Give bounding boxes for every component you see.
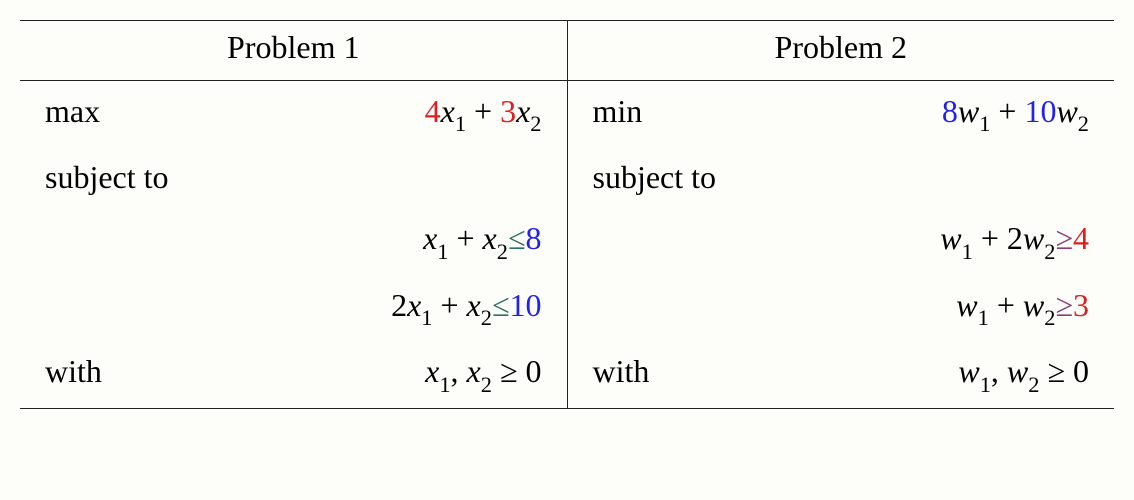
p1-con2-plus: + <box>432 287 466 323</box>
subject-to-row: subject to subject to <box>20 147 1114 208</box>
p2-subject-to-cell: subject to <box>567 147 1114 208</box>
p1-nonneg-cell: with x1, x2 ≥ 0 <box>20 341 567 408</box>
p2-objective-cell: min 8w1 + 10w2 <box>567 81 1114 148</box>
p2-obj-coef2: 10 <box>1024 93 1056 129</box>
p1-subject-to-cell: subject to <box>20 147 567 208</box>
p1-nn-rel: ≥ <box>492 353 526 389</box>
header-problem-1: Problem 1 <box>20 21 567 81</box>
p1-con2-var2: x <box>467 287 481 323</box>
p2-con1-cell: w1 + 2w2≥4 <box>567 208 1114 274</box>
p1-con2-var1: x <box>407 287 421 323</box>
p1-con1-var1: x <box>423 220 437 256</box>
p1-obj-sub2: 2 <box>530 111 541 136</box>
p2-con1-sub1: 1 <box>962 239 973 264</box>
p2-nn-var1: w <box>958 353 979 389</box>
p2-con1-plus: + <box>973 220 1007 256</box>
p2-con2-cell: w1 + w2≥3 <box>567 275 1114 341</box>
p2-nonneg-cell: with w1, w2 ≥ 0 <box>567 341 1114 408</box>
p2-obj-var1: w <box>958 93 979 129</box>
p1-obj-coef1: 4 <box>425 93 441 129</box>
p2-con1-expr: w1 + 2w2≥4 <box>940 220 1089 262</box>
problem-1-title: Problem 1 <box>227 29 359 65</box>
p1-nn-var1: x <box>425 353 439 389</box>
p2-objective-expr: 8w1 + 10w2 <box>942 93 1089 135</box>
p1-obj-sub1: 1 <box>455 111 466 136</box>
p1-con1-var2: x <box>483 220 497 256</box>
p2-nonneg-expr: w1, w2 ≥ 0 <box>958 353 1089 395</box>
p1-con1-rhs: 8 <box>526 220 542 256</box>
p2-con2-sub2: 2 <box>1044 305 1055 330</box>
p2-obj-sub2: 2 <box>1078 111 1089 136</box>
p2-con1-coef2: 2 <box>1007 220 1023 256</box>
p2-con1-var2: w <box>1023 220 1044 256</box>
p2-con1-rel: ≥ <box>1055 220 1073 256</box>
p1-con2-rel: ≤ <box>492 287 510 323</box>
min-label: min <box>593 93 643 130</box>
constraint-2-row: 2x1 + x2≤10 w1 + w2≥3 <box>20 275 1114 341</box>
p2-con1-sub2: 2 <box>1044 239 1055 264</box>
table: Problem 1 Problem 2 max 4x1 + 3x2 min <box>20 20 1114 409</box>
p1-subject-to-label: subject to <box>45 159 169 195</box>
lp-comparison-table: Problem 1 Problem 2 max 4x1 + 3x2 min <box>20 20 1114 409</box>
p1-con2-sub1: 1 <box>421 305 432 330</box>
p2-con2-var1: w <box>956 287 977 323</box>
p2-obj-sub1: 1 <box>979 111 990 136</box>
p1-con1-expr: x1 + x2≤8 <box>423 220 541 262</box>
p1-con1-plus: + <box>448 220 482 256</box>
p1-nn-rhs: 0 <box>526 353 542 389</box>
p1-con1-sub2: 2 <box>497 239 508 264</box>
p1-obj-var2: x <box>516 93 530 129</box>
max-label: max <box>45 93 100 130</box>
p1-nn-var2: x <box>467 353 481 389</box>
p1-nn-sub1: 1 <box>439 372 450 397</box>
p1-con2-rhs: 10 <box>510 287 542 323</box>
p2-con2-sub1: 1 <box>978 305 989 330</box>
p1-nn-sep: , <box>451 353 467 389</box>
p2-subject-to-label: subject to <box>593 159 717 195</box>
p2-nn-sep: , <box>991 353 1007 389</box>
p2-with-label: with <box>593 353 650 390</box>
p1-con1-cell: x1 + x2≤8 <box>20 208 567 274</box>
p2-nn-sub2: 2 <box>1028 372 1039 397</box>
header-row: Problem 1 Problem 2 <box>20 21 1114 81</box>
p1-con2-cell: 2x1 + x2≤10 <box>20 275 567 341</box>
p2-con1-var1: w <box>940 220 961 256</box>
p2-con2-rhs: 3 <box>1073 287 1089 323</box>
p2-con2-rel: ≥ <box>1055 287 1073 323</box>
p1-nn-sub2: 2 <box>481 372 492 397</box>
p2-con2-expr: w1 + w2≥3 <box>956 287 1089 329</box>
p2-con1-rhs: 4 <box>1073 220 1089 256</box>
p1-con1-sub1: 1 <box>437 239 448 264</box>
p1-obj-var1: x <box>441 93 455 129</box>
p1-con1-rel: ≤ <box>508 220 526 256</box>
objective-row: max 4x1 + 3x2 min 8w1 + 10w2 <box>20 81 1114 148</box>
p1-with-label: with <box>45 353 102 390</box>
p2-nn-var2: w <box>1007 353 1028 389</box>
p1-obj-coef2: 3 <box>500 93 516 129</box>
p2-obj-var2: w <box>1056 93 1077 129</box>
constraint-1-row: x1 + x2≤8 w1 + 2w2≥4 <box>20 208 1114 274</box>
p2-nn-rhs: 0 <box>1073 353 1089 389</box>
nonnegativity-row: with x1, x2 ≥ 0 with w1, w2 ≥ 0 <box>20 341 1114 408</box>
p1-objective-cell: max 4x1 + 3x2 <box>20 81 567 148</box>
header-problem-2: Problem 2 <box>567 21 1114 81</box>
p2-nn-sub1: 1 <box>980 372 991 397</box>
p2-con2-var2: w <box>1023 287 1044 323</box>
p2-con2-plus: + <box>989 287 1023 323</box>
p2-obj-coef1: 8 <box>942 93 958 129</box>
p1-obj-plus: + <box>466 93 500 129</box>
p1-con2-sub2: 2 <box>481 305 492 330</box>
p1-con2-coef1: 2 <box>391 287 407 323</box>
p2-nn-rel: ≥ <box>1039 353 1073 389</box>
problem-2-title: Problem 2 <box>775 29 907 65</box>
p2-obj-plus: + <box>990 93 1024 129</box>
p1-nonneg-expr: x1, x2 ≥ 0 <box>425 353 541 395</box>
p1-objective-expr: 4x1 + 3x2 <box>425 93 542 135</box>
p1-con2-expr: 2x1 + x2≤10 <box>391 287 541 329</box>
